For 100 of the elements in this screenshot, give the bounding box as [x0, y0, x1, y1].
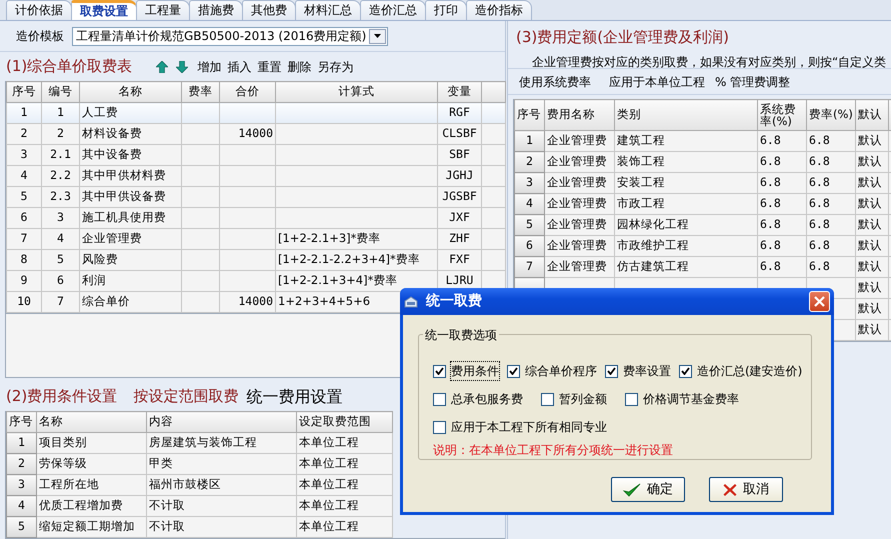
column-header[interactable]: 序号	[6, 82, 42, 102]
checkbox-label[interactable]: 费用条件	[451, 362, 499, 380]
table-cell[interactable]: 仿古建筑工程	[614, 256, 758, 278]
column-header[interactable]: 费率	[182, 82, 220, 102]
column-header[interactable]: 系统费率(%)	[758, 100, 806, 130]
table-cell[interactable]: 企业管理费	[544, 172, 614, 194]
table-cell[interactable]: 默认	[856, 130, 888, 152]
toolbar-button[interactable]: 重置	[256, 58, 282, 76]
checkbox-label[interactable]: 暂列金额	[559, 390, 607, 408]
up-arrow-icon[interactable]	[156, 60, 168, 72]
table-cell[interactable]: 安装工程	[614, 172, 758, 194]
toolbar-button[interactable]: 插入	[226, 58, 252, 76]
table-cell[interactable]: 6.8	[806, 172, 856, 194]
table-cell[interactable]: 默认	[856, 236, 888, 256]
table-cell[interactable]: 6.8	[758, 172, 806, 194]
toolbar-button[interactable]: 应用于本单位工程	[608, 72, 706, 90]
checkbox-label[interactable]: 价格调节基金费率	[643, 390, 739, 408]
toolbar-button[interactable]: 增加	[196, 58, 222, 76]
table-cell[interactable]: 本单位工程	[296, 432, 392, 454]
table-row[interactable]: 7 4 企业管理费 [1+2-2.1+3]*费率 ZHF	[6, 228, 506, 250]
tab[interactable]: 措施费	[189, 0, 243, 20]
table-cell[interactable]: 6.8	[806, 236, 856, 256]
column-header[interactable]: 序号	[6, 412, 36, 432]
row-number[interactable]: 7	[514, 256, 544, 278]
toolbar-button[interactable]: 使用系统费率	[518, 72, 592, 90]
tab[interactable]: 计价依据	[6, 0, 72, 20]
table-row[interactable]: 3 2.1 其中设备费 SBF	[6, 144, 506, 166]
checkbox[interactable]	[541, 392, 554, 406]
checkbox[interactable]	[507, 364, 520, 378]
table-cell[interactable]: 本单位工程	[296, 474, 392, 496]
table-cell[interactable]: 6.8	[806, 130, 856, 152]
column-header[interactable]: 序号	[514, 100, 544, 130]
toolbar-button[interactable]: % 管理费调整	[714, 72, 792, 90]
table-cell[interactable]: 市政维护工程	[614, 236, 758, 256]
table-cell[interactable]: 本单位工程	[296, 454, 392, 474]
checkbox-label[interactable]: 总承包服务费	[451, 390, 523, 408]
table-cell[interactable]: 优质工程增加费	[36, 496, 146, 516]
table-cell[interactable]: 6.8	[806, 152, 856, 172]
table-cell[interactable]: 缩短定额工期增加	[36, 516, 146, 538]
column-header[interactable]: 计算式	[276, 82, 438, 102]
dialog-button[interactable]: 确定	[611, 477, 685, 502]
checkbox-label[interactable]: 应用于本工程下所有相同专业	[451, 418, 607, 436]
table-cell[interactable]: 默认	[856, 256, 888, 278]
table-cell[interactable]: 6.8	[758, 194, 806, 214]
action-link[interactable]: 统一费用设置	[246, 384, 342, 408]
checkbox[interactable]	[433, 392, 446, 406]
template-dropdown[interactable]: 工程量清单计价规范GB50500-2013 (2016费用定额)	[72, 26, 388, 46]
table-cell[interactable]: 园林绿化工程	[614, 214, 758, 236]
row-number[interactable]: 1	[6, 432, 36, 454]
dialog-button[interactable]: 取消	[709, 477, 783, 502]
table-cell[interactable]: 建筑工程	[614, 130, 758, 152]
table-cell[interactable]: 市政工程	[614, 194, 758, 214]
table-cell[interactable]: 项目类别	[36, 432, 146, 454]
column-header[interactable]: 合价	[220, 82, 276, 102]
table-cell[interactable]: 6.8	[758, 236, 806, 256]
table-row[interactable]: 8 5 风险费 [1+2-2.1-2.2+3+4]*费率 FXF	[6, 250, 506, 270]
column-header[interactable]: 名称	[36, 412, 146, 432]
table-row[interactable]: 2 2 材料设备费 14000 CLSBF	[6, 124, 506, 144]
checkbox[interactable]	[433, 420, 446, 434]
table-cell[interactable]: 默认	[856, 214, 888, 236]
checkbox[interactable]	[625, 392, 638, 406]
row-number[interactable]: 3	[514, 172, 544, 194]
checkbox[interactable]	[433, 364, 446, 378]
table-cell[interactable]: 默认	[856, 152, 888, 172]
table-cell[interactable]: 企业管理费	[544, 152, 614, 172]
table-cell[interactable]: 默认	[856, 320, 888, 340]
tab[interactable]: 打印	[425, 0, 467, 20]
table-cell[interactable]: 装饰工程	[614, 152, 758, 172]
checkbox[interactable]	[605, 364, 618, 378]
table-cell[interactable]: 劳保等级	[36, 454, 146, 474]
table-cell[interactable]: 企业管理费	[544, 130, 614, 152]
link[interactable]: 按设定范围取费	[133, 385, 238, 408]
tab[interactable]: 材料汇总	[295, 0, 361, 20]
tab[interactable]: 造价汇总	[360, 0, 426, 20]
table-cell[interactable]: 6.8	[806, 256, 856, 278]
table-cell[interactable]: 6.8	[758, 152, 806, 172]
column-header[interactable]: 名称	[80, 82, 182, 102]
column-header[interactable]: 类别	[614, 100, 758, 130]
table-cell[interactable]: 默认	[856, 172, 888, 194]
column-header[interactable]: 费用名称	[544, 100, 614, 130]
table-row[interactable]: 1 1 人工费 RGF	[6, 102, 506, 124]
row-number[interactable]: 6	[514, 236, 544, 256]
row-number[interactable]: 2	[6, 454, 36, 474]
column-header[interactable]: 内容	[146, 412, 296, 432]
column-header[interactable]: 费率(%)	[806, 100, 856, 130]
row-number[interactable]: 2	[514, 152, 544, 172]
tab[interactable]: 其他费	[242, 0, 296, 20]
table-row[interactable]: 5 2.3 其中甲供设备费 JGSBF	[6, 186, 506, 208]
table-row[interactable]: 4 2.2 其中甲供材料费 JGHJ	[6, 166, 506, 186]
row-number[interactable]: 5	[514, 214, 544, 236]
table-cell[interactable]: 本单位工程	[296, 516, 392, 538]
table-cell[interactable]: 工程所在地	[36, 474, 146, 496]
tab[interactable]: 工程量	[136, 0, 190, 20]
row-number[interactable]: 3	[6, 474, 36, 496]
checkbox[interactable]	[679, 364, 692, 378]
table-row[interactable]: 6 3 施工机具使用费 JXF	[6, 208, 506, 228]
table-cell[interactable]: 福州市鼓楼区	[146, 474, 296, 496]
table-cell[interactable]: 企业管理费	[544, 214, 614, 236]
toolbar-button[interactable]: 删除	[286, 58, 312, 76]
table-cell[interactable]: 企业管理费	[544, 236, 614, 256]
